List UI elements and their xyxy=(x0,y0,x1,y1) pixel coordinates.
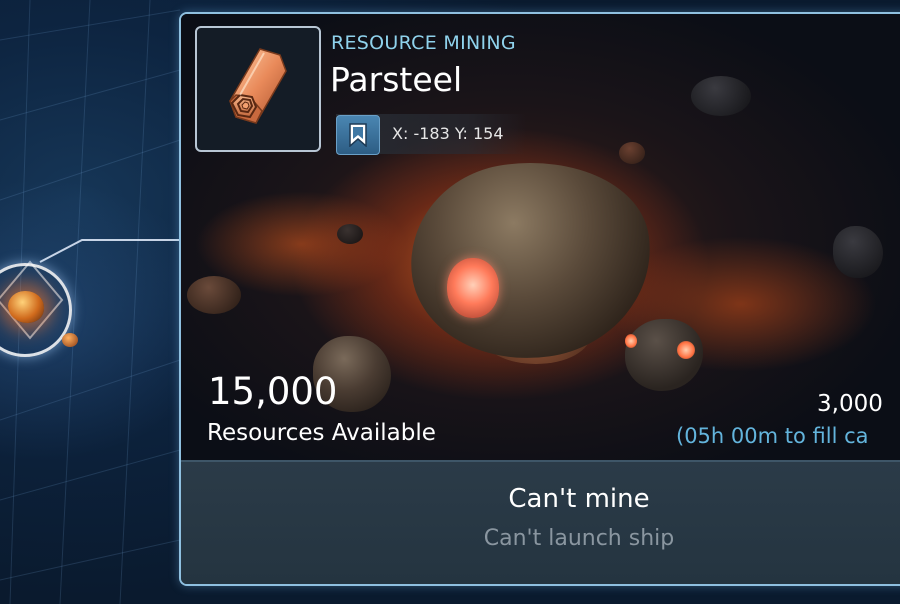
bookmark-button[interactable] xyxy=(336,115,380,155)
asteroid xyxy=(187,276,241,314)
cargo-capacity-value: 3,000 xyxy=(817,391,883,417)
parsteel-deposit xyxy=(447,258,499,318)
panel-category: RESOURCE MINING xyxy=(331,32,516,54)
parsteel-ingot-icon xyxy=(229,48,287,124)
asteroid xyxy=(619,142,645,164)
resource-icon-frame xyxy=(195,26,321,152)
cargo-fill-time: (05h 00m to fill ca xyxy=(676,424,869,448)
bookmark-icon xyxy=(349,123,367,147)
asteroid xyxy=(691,76,751,116)
glow-spot xyxy=(677,341,695,359)
resources-available-label: Resources Available xyxy=(207,420,436,446)
coordinates-text: X: -183 Y: 154 xyxy=(392,124,504,143)
asteroid xyxy=(833,226,883,278)
game-screen: RESOURCE MINING Parsteel X: -183 Y: 154 … xyxy=(0,0,900,604)
asteroid xyxy=(625,319,703,391)
resources-available-value: 15,000 xyxy=(208,370,338,413)
asteroid-field-view: RESOURCE MINING Parsteel X: -183 Y: 154 … xyxy=(181,14,900,460)
mine-button-label: Can't mine xyxy=(508,484,650,514)
resource-name: Parsteel xyxy=(330,60,463,99)
main-asteroid xyxy=(398,146,664,374)
node-asteroid xyxy=(8,291,44,323)
node-small-asteroid xyxy=(62,333,78,347)
glow-spot xyxy=(625,334,637,348)
map-mining-node[interactable] xyxy=(0,255,78,357)
mine-button-sublabel: Can't launch ship xyxy=(483,526,675,551)
mine-button[interactable] xyxy=(181,460,900,582)
asteroid xyxy=(337,224,363,244)
resource-info-panel: RESOURCE MINING Parsteel X: -183 Y: 154 … xyxy=(179,12,900,586)
